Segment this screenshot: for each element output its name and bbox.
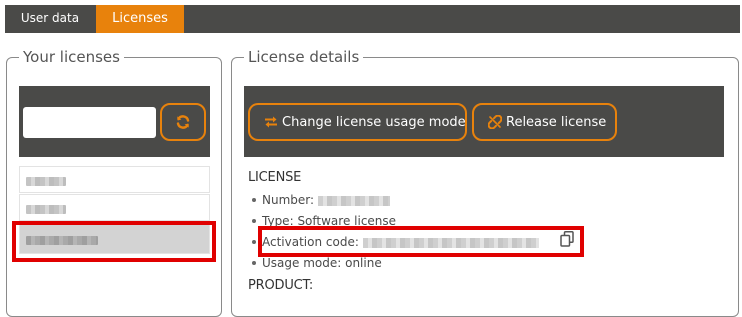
release-license-button[interactable]: Release license [472, 103, 617, 141]
license-details-content: LICENSE Number: Type: Software license A… [244, 166, 724, 299]
change-mode-label: Change license usage mode [282, 114, 466, 130]
copy-icon[interactable] [560, 231, 574, 247]
redacted-text [26, 205, 66, 214]
release-license-label: Release license [506, 114, 607, 130]
number-label: Number: [262, 193, 315, 207]
swap-arrows-icon [265, 116, 277, 128]
license-details-legend: License details [244, 48, 364, 66]
type-value: Software license [297, 214, 397, 228]
type-label: Type: [262, 214, 294, 228]
tab-licenses[interactable]: Licenses [96, 5, 184, 33]
redacted-text [26, 236, 98, 245]
license-heading: LICENSE [248, 170, 302, 185]
activation-code-row: Activation code: [252, 235, 539, 249]
license-search-input[interactable] [23, 107, 156, 138]
license-list-item-selected[interactable] [19, 224, 210, 254]
usage-mode-value: online [345, 256, 382, 270]
tab-bar: User data Licenses [5, 5, 740, 33]
license-list-item[interactable] [19, 194, 210, 221]
product-heading: PRODUCT: [248, 278, 313, 293]
tab-user-data[interactable]: User data [5, 5, 95, 33]
broken-link-icon [488, 115, 502, 129]
usage-mode-label: Usage mode: [262, 256, 342, 270]
your-licenses-legend: Your licenses [19, 48, 124, 66]
usage-mode-row: Usage mode: online [252, 256, 382, 270]
redacted-text [26, 177, 66, 186]
redacted-number [318, 195, 391, 206]
refresh-icon [176, 115, 190, 129]
license-list [19, 166, 210, 296]
redacted-activation-code [362, 237, 539, 248]
license-number-row: Number: [251, 193, 391, 207]
change-license-usage-mode-button[interactable]: Change license usage mode [248, 103, 467, 141]
license-list-item[interactable] [19, 166, 210, 193]
activation-code-label: Activation code: [262, 235, 359, 249]
license-type-row: Type: Software license [251, 214, 397, 228]
refresh-button[interactable] [160, 103, 206, 141]
